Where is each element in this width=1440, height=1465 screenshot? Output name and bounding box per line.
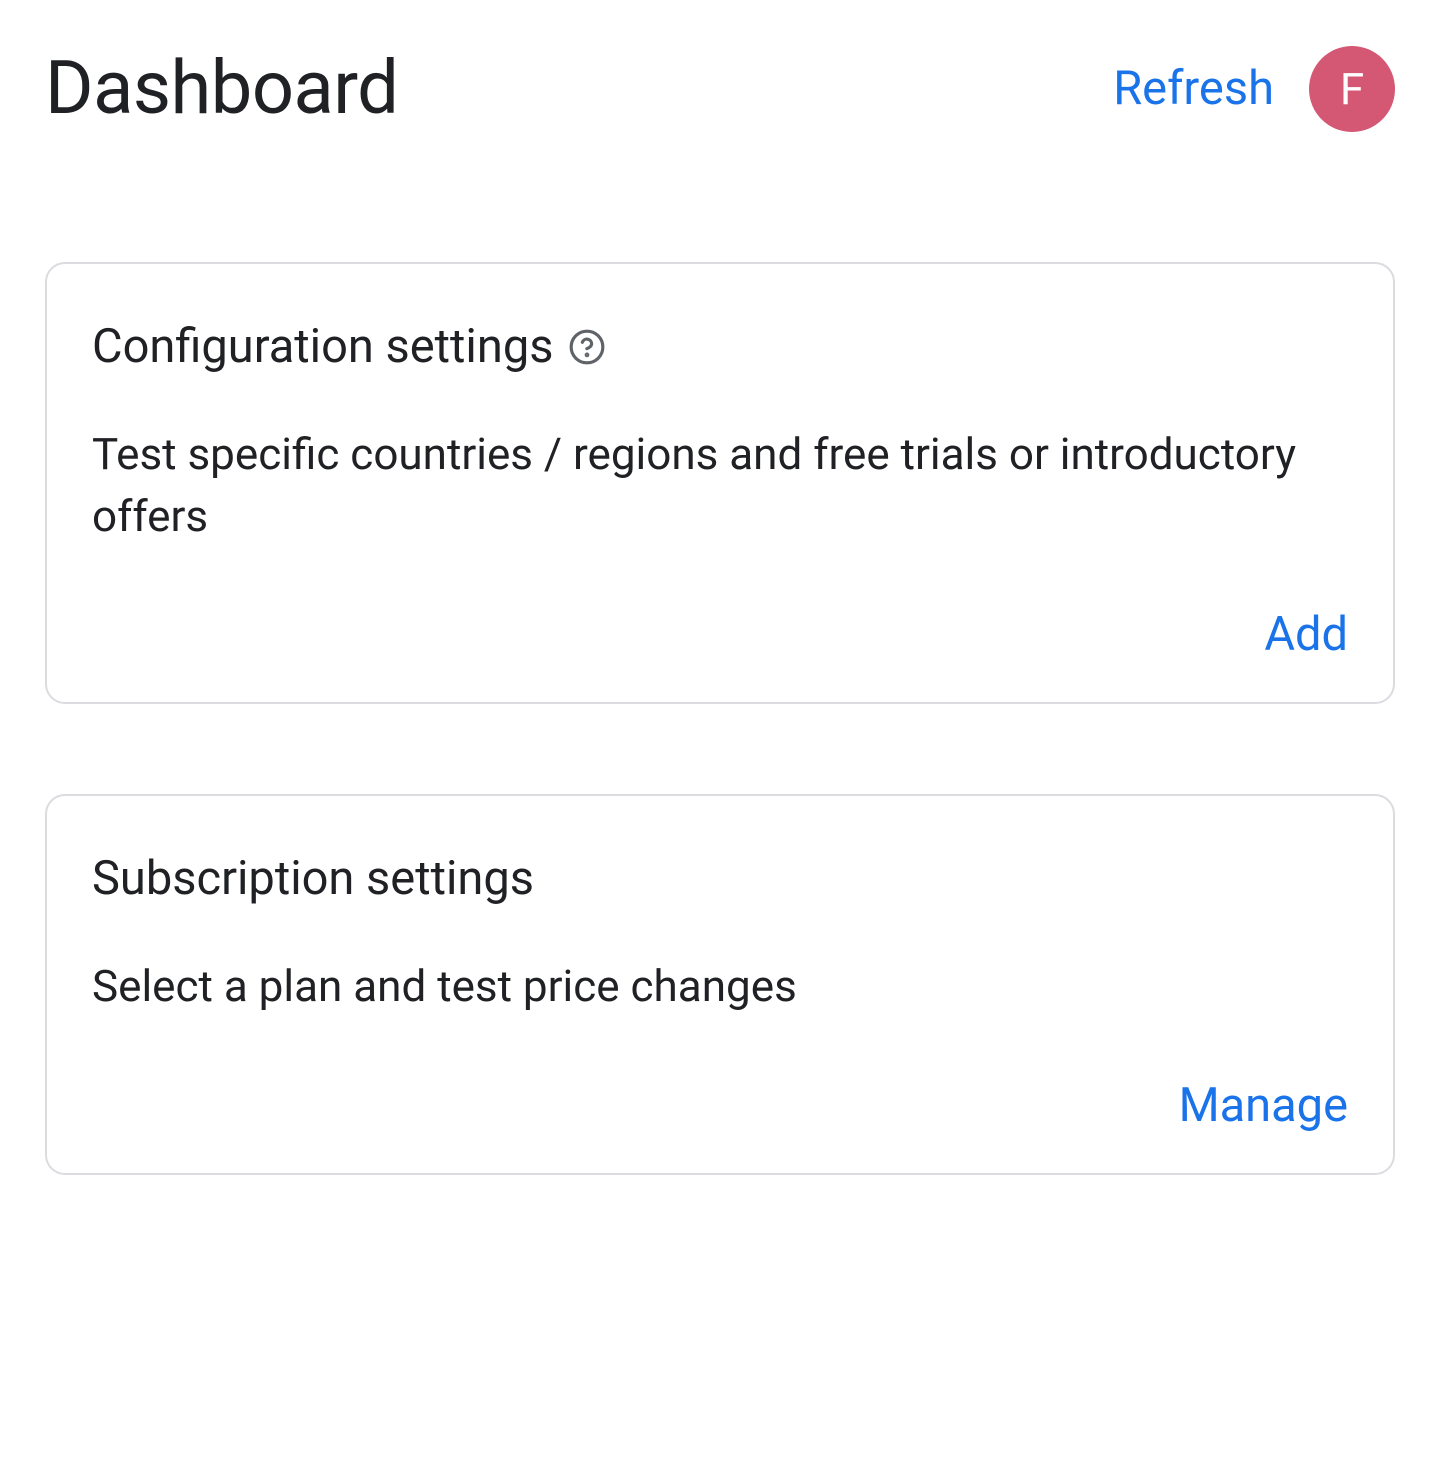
page-title: Dashboard [45,45,398,132]
refresh-button[interactable]: Refresh [1113,61,1274,116]
avatar-initial: F [1340,63,1364,115]
configuration-settings-card: Configuration settings Test specific cou… [45,262,1395,704]
card-action-row: Add [92,607,1348,662]
card-title: Configuration settings [92,319,553,374]
help-icon[interactable] [568,328,606,366]
card-header: Configuration settings [92,319,1348,374]
header-right: Refresh F [1113,46,1395,132]
add-button[interactable]: Add [1264,607,1348,662]
avatar[interactable]: F [1309,46,1395,132]
manage-button[interactable]: Manage [1179,1078,1348,1133]
card-title: Subscription settings [92,851,534,906]
header: Dashboard Refresh F [45,45,1395,132]
card-header: Subscription settings [92,851,1348,906]
card-description: Test specific countries / regions and fr… [92,424,1348,547]
subscription-settings-card: Subscription settings Select a plan and … [45,794,1395,1175]
card-action-row: Manage [92,1078,1348,1133]
card-description: Select a plan and test price changes [92,956,1348,1018]
